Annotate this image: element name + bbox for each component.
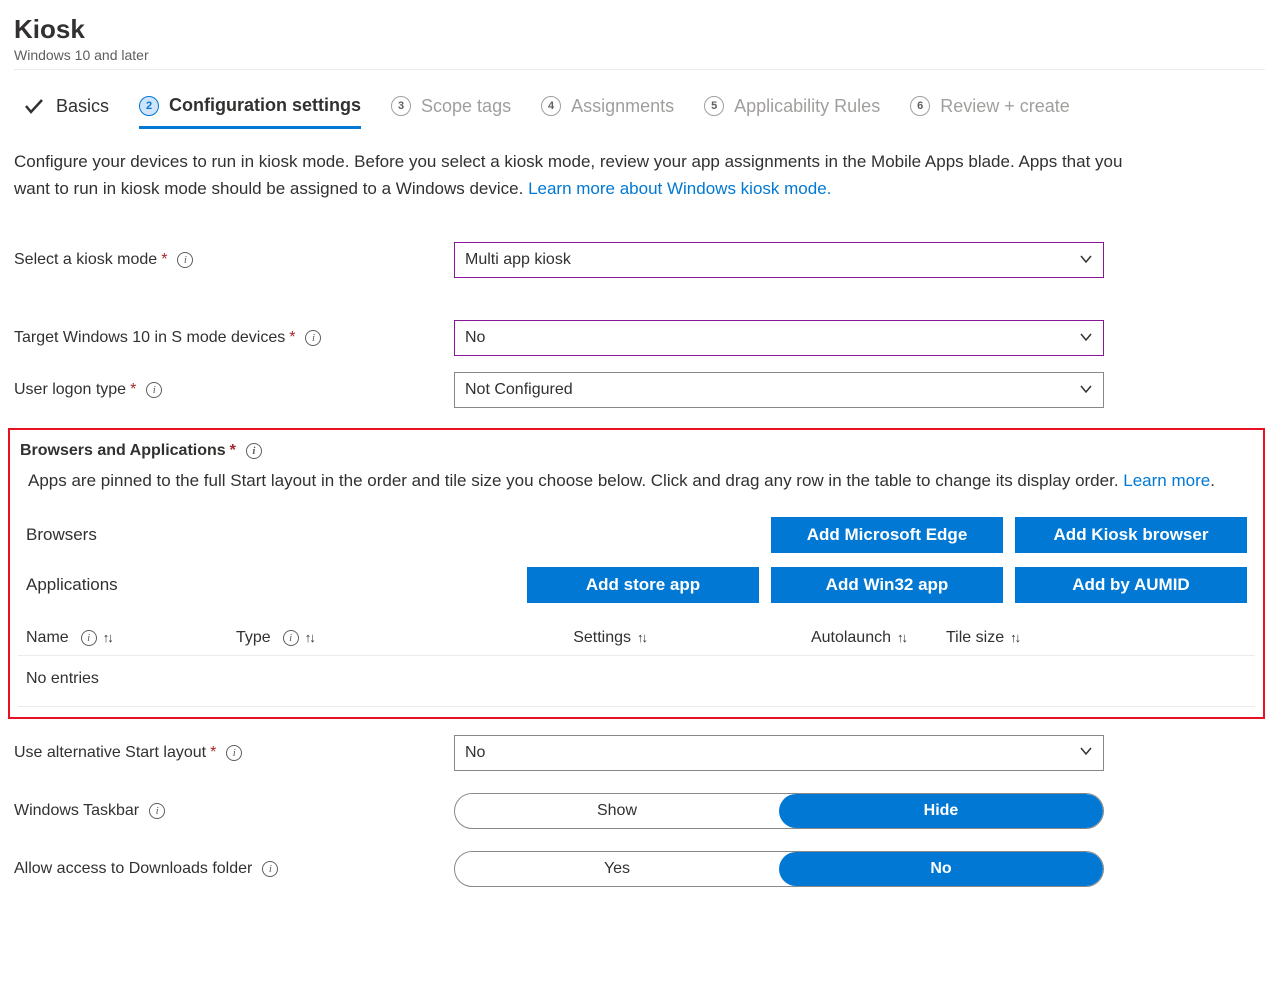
alt-start-select[interactable]: No bbox=[454, 735, 1104, 771]
step-scope-tags[interactable]: 3 Scope tags bbox=[391, 96, 511, 117]
wizard-steps: Basics 2 Configuration settings 3 Scope … bbox=[14, 70, 1265, 130]
section-title: Browsers and Applications bbox=[20, 442, 226, 460]
select-value: No bbox=[465, 329, 485, 347]
column-autolaunch[interactable]: Autolaunch ↑↓ bbox=[646, 629, 906, 647]
required-indicator: * bbox=[161, 251, 167, 269]
info-icon[interactable]: i bbox=[283, 630, 299, 646]
step-number-icon: 3 bbox=[391, 96, 411, 116]
step-label: Review + create bbox=[940, 96, 1070, 117]
step-basics[interactable]: Basics bbox=[22, 94, 109, 118]
chevron-down-icon bbox=[1079, 382, 1093, 399]
kiosk-mode-select[interactable]: Multi app kiosk bbox=[454, 242, 1104, 278]
taskbar-label: Windows Taskbar bbox=[14, 802, 139, 820]
toggle-option-show[interactable]: Show bbox=[455, 794, 779, 828]
info-icon[interactable]: i bbox=[262, 861, 278, 877]
apps-table: Name i ↑↓ Type i ↑↓ Settings ↑↓ Autolaun… bbox=[18, 629, 1255, 707]
info-icon[interactable]: i bbox=[149, 803, 165, 819]
browsers-label: Browsers bbox=[26, 525, 97, 545]
page-description: Configure your devices to run in kiosk m… bbox=[14, 148, 1134, 202]
required-indicator: * bbox=[130, 381, 136, 399]
step-label: Assignments bbox=[571, 96, 674, 117]
sort-icon: ↑↓ bbox=[897, 630, 906, 645]
info-icon[interactable]: i bbox=[305, 330, 321, 346]
info-icon[interactable]: i bbox=[81, 630, 97, 646]
required-indicator: * bbox=[230, 442, 236, 460]
page-subtitle: Windows 10 and later bbox=[14, 47, 1265, 63]
sort-icon: ↑↓ bbox=[305, 630, 314, 645]
table-empty-state: No entries bbox=[18, 656, 1255, 707]
info-icon[interactable]: i bbox=[246, 443, 262, 459]
required-indicator: * bbox=[210, 744, 216, 762]
select-value: Multi app kiosk bbox=[465, 251, 571, 269]
step-label: Applicability Rules bbox=[734, 96, 880, 117]
step-label: Scope tags bbox=[421, 96, 511, 117]
taskbar-toggle[interactable]: Show Hide bbox=[454, 793, 1104, 829]
browsers-applications-section: Browsers and Applications * i Apps are p… bbox=[8, 428, 1265, 718]
sort-icon: ↑↓ bbox=[1010, 630, 1019, 645]
smode-select[interactable]: No bbox=[454, 320, 1104, 356]
info-icon[interactable]: i bbox=[146, 382, 162, 398]
smode-label: Target Windows 10 in S mode devices bbox=[14, 329, 285, 347]
select-value: Not Configured bbox=[465, 381, 573, 399]
sort-icon: ↑↓ bbox=[637, 630, 646, 645]
info-icon[interactable]: i bbox=[226, 745, 242, 761]
column-settings[interactable]: Settings ↑↓ bbox=[426, 629, 646, 647]
step-label: Basics bbox=[56, 96, 109, 117]
add-microsoft-edge-button[interactable]: Add Microsoft Edge bbox=[771, 517, 1003, 553]
chevron-down-icon bbox=[1079, 744, 1093, 761]
logon-type-label: User logon type bbox=[14, 381, 126, 399]
downloads-label: Allow access to Downloads folder bbox=[14, 860, 252, 878]
learn-more-link[interactable]: Learn more about Windows kiosk mode. bbox=[528, 179, 831, 198]
add-store-app-button[interactable]: Add store app bbox=[527, 567, 759, 603]
step-number-icon: 2 bbox=[139, 96, 159, 116]
section-description: Apps are pinned to the full Start layout… bbox=[28, 468, 1245, 494]
downloads-toggle[interactable]: Yes No bbox=[454, 851, 1104, 887]
applications-label: Applications bbox=[26, 575, 118, 595]
chevron-down-icon bbox=[1079, 252, 1093, 269]
step-number-icon: 6 bbox=[910, 96, 930, 116]
kiosk-mode-label: Select a kiosk mode bbox=[14, 251, 157, 269]
step-review-create[interactable]: 6 Review + create bbox=[910, 96, 1070, 117]
check-icon bbox=[22, 94, 46, 118]
step-assignments[interactable]: 4 Assignments bbox=[541, 96, 674, 117]
column-type[interactable]: Type i ↑↓ bbox=[236, 629, 426, 647]
logon-type-select[interactable]: Not Configured bbox=[454, 372, 1104, 408]
toggle-option-no[interactable]: No bbox=[779, 852, 1103, 886]
required-indicator: * bbox=[289, 329, 295, 347]
step-number-icon: 5 bbox=[704, 96, 724, 116]
chevron-down-icon bbox=[1079, 330, 1093, 347]
alt-start-label: Use alternative Start layout bbox=[14, 744, 206, 762]
learn-more-link[interactable]: Learn more bbox=[1123, 471, 1210, 490]
add-win32-app-button[interactable]: Add Win32 app bbox=[771, 567, 1003, 603]
step-applicability-rules[interactable]: 5 Applicability Rules bbox=[704, 96, 880, 117]
step-number-icon: 4 bbox=[541, 96, 561, 116]
page-title: Kiosk bbox=[14, 14, 1265, 45]
toggle-option-hide[interactable]: Hide bbox=[779, 794, 1103, 828]
info-icon[interactable]: i bbox=[177, 252, 193, 268]
step-label: Configuration settings bbox=[169, 95, 361, 116]
add-kiosk-browser-button[interactable]: Add Kiosk browser bbox=[1015, 517, 1247, 553]
step-configuration-settings[interactable]: 2 Configuration settings bbox=[139, 95, 361, 129]
column-tile-size[interactable]: Tile size ↑↓ bbox=[906, 629, 1086, 647]
select-value: No bbox=[465, 744, 485, 762]
toggle-option-yes[interactable]: Yes bbox=[455, 852, 779, 886]
column-name[interactable]: Name i ↑↓ bbox=[26, 629, 236, 647]
sort-icon: ↑↓ bbox=[103, 630, 112, 645]
add-by-aumid-button[interactable]: Add by AUMID bbox=[1015, 567, 1247, 603]
